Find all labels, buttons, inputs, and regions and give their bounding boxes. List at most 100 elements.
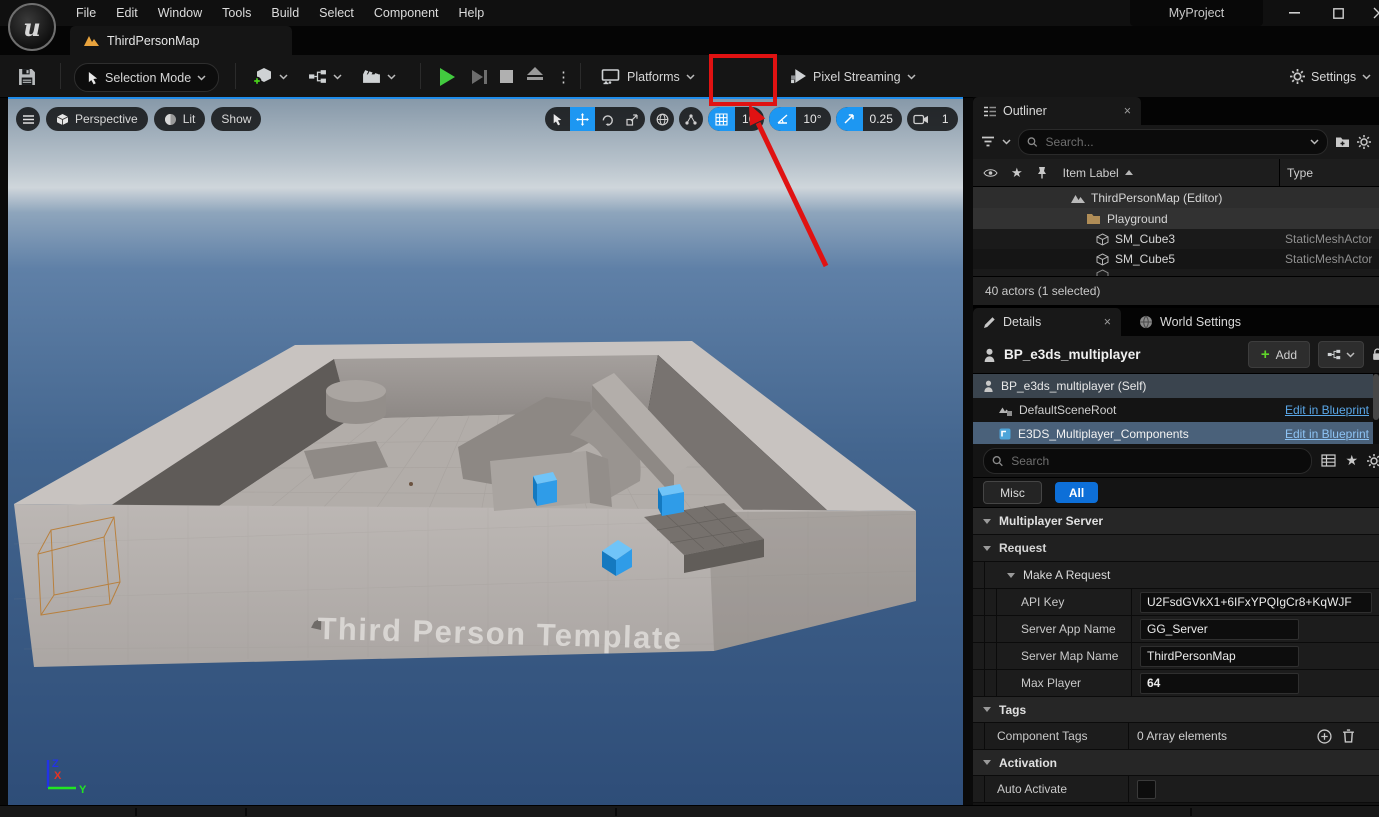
move-tool[interactable]	[570, 107, 595, 131]
section-tags[interactable]: Tags	[973, 697, 1379, 723]
settings-dropdown[interactable]: Settings	[1290, 63, 1371, 90]
grid-snap-control[interactable]: 10	[708, 107, 764, 131]
outliner-column-header: ★ Item Label Type	[973, 159, 1379, 187]
details-search-input[interactable]	[1009, 453, 1303, 469]
item-label-column[interactable]: Item Label	[1063, 166, 1119, 180]
outliner-search[interactable]	[1018, 129, 1328, 155]
tab-thirdpersonmap[interactable]: ThirdPersonMap	[70, 26, 292, 55]
component-tree-scrollbar[interactable]	[1373, 374, 1379, 444]
section-multiplayer-server[interactable]: Multiplayer Server	[973, 508, 1379, 535]
outliner-row-mesh[interactable]: SM_Cube3 StaticMeshActor	[973, 229, 1379, 249]
eject-button[interactable]	[527, 67, 543, 94]
actor-icon	[983, 380, 994, 392]
show-dropdown[interactable]: Show	[211, 107, 261, 131]
chip-misc[interactable]: Misc	[983, 481, 1042, 504]
rotation-snap-control[interactable]: 10°	[769, 107, 830, 131]
viewport-options-menu[interactable]	[16, 107, 40, 131]
tab-outliner[interactable]: Outliner ×	[973, 97, 1141, 125]
stop-button[interactable]	[500, 63, 513, 90]
static-mesh-icon	[1096, 233, 1109, 246]
lock-icon[interactable]	[1372, 348, 1379, 361]
favorites-star-icon[interactable]: ★	[1345, 452, 1358, 469]
details-search[interactable]	[983, 448, 1312, 474]
server-map-name-input[interactable]	[1140, 646, 1299, 667]
component-row-e3ds[interactable]: E3DS_Multiplayer_Components Edit in Blue…	[973, 422, 1379, 444]
property-row-max-player: Max Player	[973, 670, 1379, 697]
outliner-row-mesh[interactable]: SM_Cube5 StaticMeshActor	[973, 249, 1379, 269]
cinematics-dropdown[interactable]	[362, 63, 396, 90]
pixel-streaming-dropdown[interactable]: Pixel Streaming	[790, 63, 916, 90]
frame-skip-button[interactable]	[472, 63, 487, 90]
add-actor-dropdown[interactable]	[252, 63, 288, 90]
api-key-input[interactable]	[1140, 592, 1372, 613]
outliner-row-partial[interactable]	[973, 269, 1379, 276]
outliner-row-level[interactable]: ThirdPersonMap (Editor)	[973, 187, 1379, 208]
minimize-button[interactable]	[1277, 0, 1311, 26]
pin-column-icon[interactable]	[1037, 166, 1047, 179]
scale-snap-control[interactable]: 0.25	[836, 107, 902, 131]
surface-snap-icon	[684, 113, 698, 126]
rotate-tool[interactable]	[595, 107, 620, 131]
menu-tools[interactable]: Tools	[212, 0, 261, 26]
chevron-down-icon[interactable]	[1002, 139, 1011, 145]
play-button[interactable]	[440, 63, 455, 90]
tab-world-settings[interactable]: World Settings	[1129, 308, 1251, 336]
filter-icon[interactable]	[981, 136, 995, 148]
star-column-icon[interactable]: ★	[1011, 165, 1023, 181]
outliner-search-input[interactable]	[1044, 134, 1304, 150]
camera-speed-control[interactable]: 1	[907, 107, 958, 131]
menu-edit[interactable]: Edit	[106, 0, 148, 26]
new-folder-icon[interactable]	[1335, 136, 1350, 148]
save-button[interactable]	[18, 63, 36, 90]
platforms-dropdown[interactable]: Platforms	[600, 63, 695, 90]
3d-viewport[interactable]: Third Person Template Z X Y Perspective …	[8, 97, 963, 806]
section-request[interactable]: Request	[973, 535, 1379, 562]
add-component-button[interactable]: + Add	[1248, 341, 1310, 368]
clear-array-trash-icon[interactable]	[1342, 729, 1355, 743]
server-app-name-input[interactable]	[1140, 619, 1299, 640]
menu-window[interactable]: Window	[148, 0, 212, 26]
level-icon	[1071, 193, 1085, 203]
surface-snapping-toggle[interactable]	[679, 107, 703, 131]
perspective-dropdown[interactable]: Perspective	[46, 107, 148, 131]
auto-activate-checkbox[interactable]	[1137, 780, 1156, 799]
blueprints-dropdown[interactable]	[308, 63, 342, 90]
add-array-element-icon[interactable]	[1317, 729, 1332, 744]
component-row-scene-root[interactable]: DefaultSceneRoot Edit in Blueprint	[973, 398, 1379, 422]
lit-dropdown[interactable]: Lit	[154, 107, 206, 131]
close-tab-icon[interactable]: ×	[1124, 104, 1131, 118]
menu-file[interactable]: File	[66, 0, 106, 26]
type-column[interactable]: Type	[1287, 166, 1313, 180]
bottom-status-bar	[0, 805, 1379, 817]
world-coordinate-toggle[interactable]	[650, 107, 674, 131]
max-player-input[interactable]	[1140, 673, 1299, 694]
maximize-button[interactable]	[1321, 0, 1355, 26]
section-activation[interactable]: Activation	[973, 750, 1379, 776]
scale-tool[interactable]	[620, 107, 645, 131]
menu-build[interactable]: Build	[261, 0, 309, 26]
section-make-a-request[interactable]: Make A Request	[973, 562, 1379, 589]
blueprint-edit-dropdown[interactable]	[1318, 341, 1364, 368]
title-bar: File Edit Window Tools Build Select Comp…	[0, 0, 1379, 26]
component-row-self[interactable]: BP_e3ds_multiplayer (Self)	[973, 374, 1379, 398]
chip-all[interactable]: All	[1055, 482, 1098, 503]
tab-details[interactable]: Details ×	[973, 308, 1121, 336]
edit-in-blueprint-link[interactable]: Edit in Blueprint	[1285, 427, 1369, 441]
play-options-kebab[interactable]: ⋮	[556, 63, 571, 90]
details-settings-gear-icon[interactable]	[1367, 454, 1379, 468]
edit-in-blueprint-link[interactable]: Edit in Blueprint	[1285, 403, 1369, 417]
outliner-row-folder[interactable]: Playground	[973, 208, 1379, 229]
visibility-column-eye-icon[interactable]	[983, 168, 998, 178]
close-button[interactable]	[1362, 0, 1379, 26]
collapse-arrow-icon	[1007, 573, 1015, 578]
outliner-settings-gear-icon[interactable]	[1357, 135, 1371, 149]
select-tool[interactable]	[545, 107, 570, 131]
stop-icon	[500, 70, 513, 83]
property-matrix-icon[interactable]	[1321, 454, 1336, 467]
selection-mode-dropdown[interactable]: Selection Mode	[74, 63, 219, 92]
unreal-logo[interactable]: u	[8, 3, 56, 51]
close-tab-icon[interactable]: ×	[1104, 315, 1111, 329]
menu-component[interactable]: Component	[364, 0, 449, 26]
menu-select[interactable]: Select	[309, 0, 364, 26]
menu-help[interactable]: Help	[449, 0, 495, 26]
